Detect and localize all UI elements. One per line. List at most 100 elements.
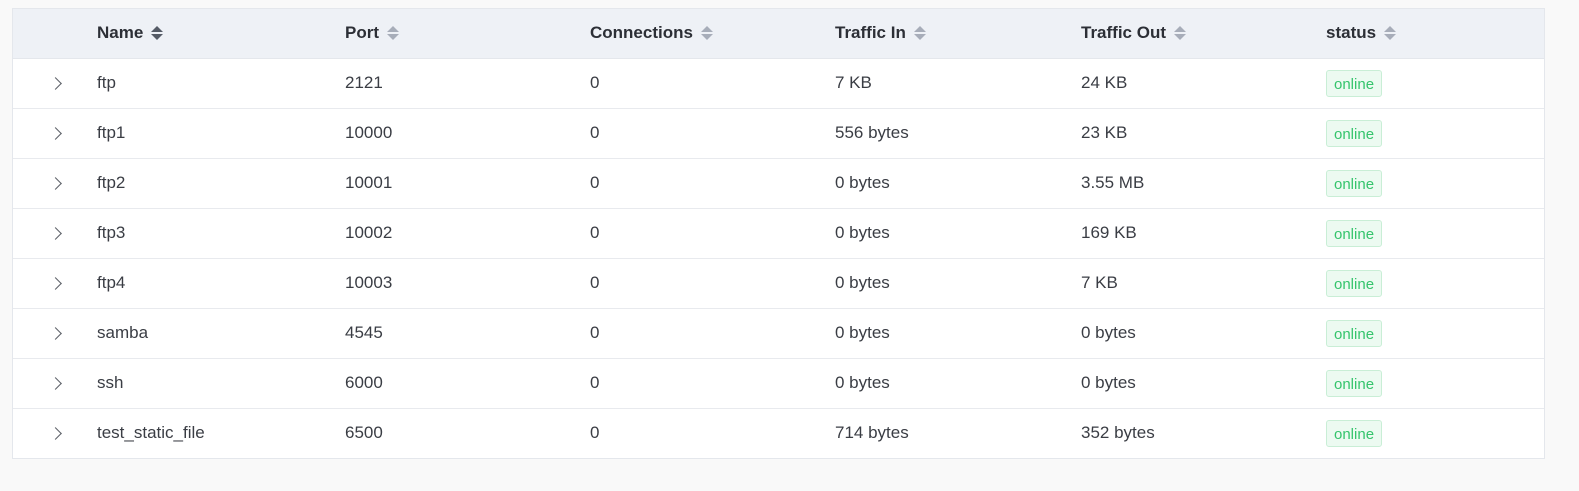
expand-cell[interactable] — [13, 58, 97, 108]
cell-status: online — [1326, 58, 1544, 108]
header-status[interactable]: status — [1326, 9, 1544, 59]
table-row[interactable]: test_static_file 6500 0 714 bytes 352 by… — [13, 408, 1544, 458]
expand-cell[interactable] — [13, 158, 97, 208]
header-name[interactable]: Name — [97, 9, 345, 59]
table-row[interactable]: ssh 6000 0 0 bytes 0 bytes online — [13, 358, 1544, 408]
expand-cell[interactable] — [13, 208, 97, 258]
cell-traffic-in: 7 KB — [835, 73, 872, 92]
expand-row-button[interactable] — [43, 221, 67, 245]
expand-row-button[interactable] — [43, 121, 67, 145]
expand-cell[interactable] — [13, 358, 97, 408]
cell-status: online — [1326, 258, 1544, 308]
header-connections[interactable]: Connections — [590, 9, 835, 59]
table-row[interactable]: samba 4545 0 0 bytes 0 bytes online — [13, 308, 1544, 358]
cell-connections: 0 — [590, 73, 600, 92]
proxy-table: Name Port Connections Traffic In Traffic… — [13, 9, 1544, 458]
cell-name: test_static_file — [97, 423, 205, 443]
cell-traffic-in: 556 bytes — [835, 123, 909, 142]
cell-traffic-out: 7 KB — [1081, 273, 1118, 292]
chevron-right-icon — [48, 76, 62, 90]
cell-traffic-in: 0 bytes — [835, 273, 890, 292]
cell-traffic-out: 23 KB — [1081, 123, 1128, 142]
cell-connections: 0 — [590, 423, 600, 443]
header-name-label: Name — [97, 23, 144, 43]
sort-caret-icon[interactable] — [387, 26, 399, 41]
status-badge: online — [1326, 69, 1383, 97]
expand-cell[interactable] — [13, 408, 97, 458]
header-traffic-out[interactable]: Traffic Out — [1081, 9, 1326, 59]
cell-traffic-out: 0 bytes — [1081, 323, 1136, 342]
table-row[interactable]: ftp1 10000 0 556 bytes 23 KB online — [13, 108, 1544, 158]
cell-traffic-out: 0 bytes — [1081, 373, 1136, 392]
table-row[interactable]: ftp3 10002 0 0 bytes 169 KB online — [13, 208, 1544, 258]
proxy-table-container: Name Port Connections Traffic In Traffic… — [12, 8, 1545, 459]
cell-port: 10000 — [345, 123, 393, 142]
header-port[interactable]: Port — [345, 9, 590, 59]
expand-row-button[interactable] — [43, 321, 67, 345]
expand-cell[interactable] — [13, 308, 97, 358]
header-port-label: Port — [345, 23, 379, 43]
cell-traffic-out: 352 bytes — [1081, 423, 1155, 443]
table-header-row: Name Port Connections Traffic In Traffic… — [13, 9, 1544, 59]
cell-name: ssh — [97, 373, 124, 392]
sort-caret-icon[interactable] — [1174, 26, 1187, 41]
cell-traffic-in: 0 bytes — [835, 373, 890, 392]
chevron-right-icon — [48, 226, 62, 240]
sort-caret-icon[interactable] — [151, 26, 164, 41]
cell-traffic-out: 24 KB — [1081, 73, 1128, 92]
header-connections-label: Connections — [590, 23, 693, 43]
chevron-right-icon — [48, 126, 62, 140]
cell-traffic-out: 169 KB — [1081, 223, 1137, 242]
cell-status: online — [1326, 408, 1544, 458]
expand-cell[interactable] — [13, 108, 97, 158]
cell-name: samba — [97, 323, 149, 342]
chevron-right-icon — [48, 276, 62, 290]
cell-port: 10002 — [345, 223, 393, 242]
cell-connections: 0 — [590, 223, 600, 242]
status-badge: online — [1326, 219, 1383, 247]
header-traffic-out-label: Traffic Out — [1081, 23, 1167, 43]
status-badge: online — [1326, 419, 1383, 447]
cell-name: ftp2 — [97, 173, 126, 192]
cell-connections: 0 — [590, 323, 600, 342]
table-row[interactable]: ftp2 10001 0 0 bytes 3.55 MB online — [13, 158, 1544, 208]
cell-status: online — [1326, 158, 1544, 208]
cell-port: 6500 — [345, 423, 383, 443]
status-badge: online — [1326, 269, 1383, 297]
chevron-right-icon — [48, 326, 62, 340]
expand-cell[interactable] — [13, 258, 97, 308]
sort-caret-icon[interactable] — [1384, 26, 1397, 41]
cell-status: online — [1326, 308, 1544, 358]
chevron-right-icon — [48, 376, 62, 390]
cell-traffic-out: 3.55 MB — [1081, 173, 1145, 192]
cell-status: online — [1326, 108, 1544, 158]
status-badge: online — [1326, 169, 1383, 197]
header-status-label: status — [1326, 23, 1377, 43]
cell-name: ftp4 — [97, 273, 126, 292]
cell-connections: 0 — [590, 373, 600, 392]
cell-traffic-in: 0 bytes — [835, 173, 890, 192]
expand-row-button[interactable] — [43, 371, 67, 395]
table-row[interactable]: ftp4 10003 0 0 bytes 7 KB online — [13, 258, 1544, 308]
sort-caret-icon[interactable] — [700, 26, 713, 41]
status-badge: online — [1326, 369, 1383, 397]
header-traffic-in-label: Traffic In — [835, 23, 906, 43]
expand-row-button[interactable] — [43, 171, 67, 195]
sort-caret-icon[interactable] — [913, 26, 926, 41]
cell-traffic-in: 0 bytes — [835, 323, 890, 342]
cell-port: 10001 — [345, 173, 393, 192]
cell-connections: 0 — [590, 173, 600, 192]
cell-status: online — [1326, 358, 1544, 408]
status-badge: online — [1326, 319, 1383, 347]
cell-status: online — [1326, 208, 1544, 258]
chevron-right-icon — [48, 426, 62, 440]
table-row[interactable]: ftp 2121 0 7 KB 24 KB online — [13, 58, 1544, 108]
cell-name: ftp — [97, 73, 116, 92]
expand-row-button[interactable] — [43, 71, 67, 95]
header-traffic-in[interactable]: Traffic In — [835, 9, 1081, 59]
expand-row-button[interactable] — [43, 421, 67, 445]
chevron-right-icon — [48, 176, 62, 190]
cell-traffic-in: 714 bytes — [835, 423, 909, 443]
expand-row-button[interactable] — [43, 271, 67, 295]
cell-connections: 0 — [590, 123, 600, 142]
